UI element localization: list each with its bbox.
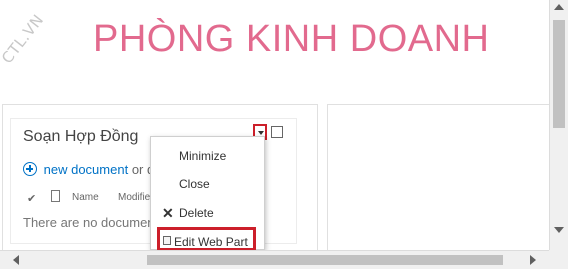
empty-message: There are no documen bbox=[23, 215, 155, 230]
web-part-context-menu: Minimize Close ✕ Delete Edit Web Part bbox=[150, 136, 265, 250]
column-header-modified[interactable]: Modifie bbox=[118, 192, 150, 203]
column-header-name[interactable]: Name bbox=[72, 192, 99, 203]
web-part-title[interactable]: Soạn Hợp Đồng bbox=[23, 128, 138, 146]
horizontal-scroll-thumb[interactable] bbox=[147, 255, 503, 265]
scroll-up-icon[interactable] bbox=[554, 4, 564, 10]
scroll-left-icon[interactable] bbox=[13, 255, 19, 265]
plus-circle-icon bbox=[23, 162, 37, 176]
menu-item-minimize[interactable]: Minimize bbox=[179, 149, 226, 163]
scroll-right-icon[interactable] bbox=[530, 255, 536, 265]
new-document-label[interactable]: new document bbox=[44, 162, 129, 177]
watermark: CTL.VN bbox=[0, 10, 48, 68]
horizontal-scrollbar[interactable] bbox=[0, 250, 549, 269]
menu-item-close[interactable]: Close bbox=[179, 177, 210, 191]
new-document-link[interactable]: new document or d bbox=[23, 162, 154, 177]
x-icon: ✕ bbox=[162, 205, 174, 221]
document-icon bbox=[51, 190, 60, 202]
web-part-zone-right bbox=[327, 104, 549, 250]
page-title: PHÒNG KINH DOANH bbox=[93, 18, 490, 60]
vertical-scroll-thumb[interactable] bbox=[553, 20, 565, 128]
edit-web-part-label[interactable]: Edit Web Part bbox=[174, 235, 248, 248]
scroll-down-icon[interactable] bbox=[554, 227, 564, 233]
page-viewport: CTL.VN PHÒNG KINH DOANH Soạn Hợp Đồng ne… bbox=[0, 0, 549, 250]
edit-page-icon bbox=[163, 236, 171, 245]
menu-item-edit-web-part[interactable]: Edit Web Part bbox=[157, 227, 256, 250]
select-all-check[interactable]: ✔ bbox=[27, 192, 36, 205]
web-part-select-checkbox[interactable] bbox=[271, 126, 283, 138]
scrollbar-corner bbox=[549, 250, 568, 269]
menu-item-delete[interactable]: Delete bbox=[179, 206, 214, 220]
vertical-scrollbar[interactable] bbox=[549, 0, 568, 250]
